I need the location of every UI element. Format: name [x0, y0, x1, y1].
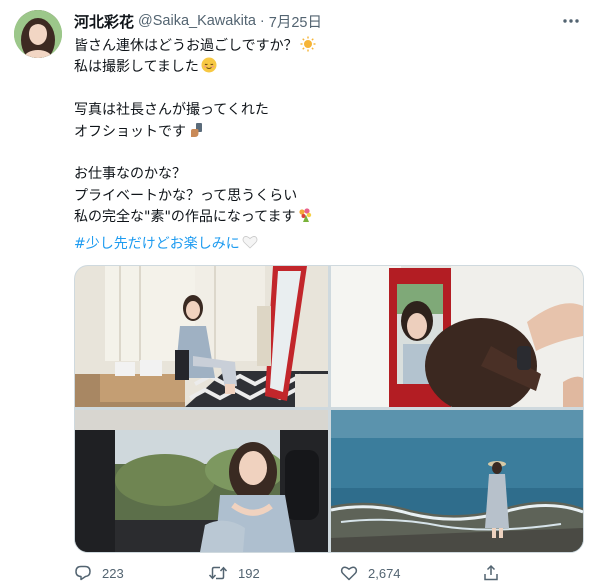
reply-button[interactable]: 223	[74, 562, 124, 584]
avatar-photo	[14, 10, 62, 58]
tweet-text: 皆さん連休はどうお過ごしですか？ 私は撮影してました 写真は社長さんが撮ってくれ…	[74, 36, 574, 229]
more-options-button[interactable]	[558, 8, 584, 34]
tweet-date[interactable]: 7月25日	[269, 11, 322, 32]
photo-2[interactable]	[331, 266, 583, 407]
hashtag-link[interactable]: #少し先だけどお楽しみに	[74, 236, 240, 252]
media-grid	[74, 265, 584, 553]
hashtag-line: #少し先だけどお楽しみに	[74, 234, 258, 254]
tweet-line-9: 私の完全な"素"の作品になってます	[74, 209, 296, 226]
tweet-line-4: 写真は社長さんが撮ってくれた	[74, 102, 269, 119]
white-heart-icon	[242, 234, 258, 250]
separator-dot: ·	[259, 13, 265, 29]
share-button[interactable]	[482, 562, 500, 584]
tweet-line-5: オフショットです	[74, 123, 186, 140]
photo-1-image	[75, 266, 328, 407]
display-name[interactable]: 河北彩花	[74, 11, 134, 32]
share-icon	[484, 564, 498, 581]
reply-icon	[75, 565, 91, 581]
more-horizontal-icon	[563, 19, 579, 23]
like-count: 2,674	[368, 565, 401, 581]
retweet-button[interactable]: 192	[208, 562, 260, 584]
tweet-line-7: お仕事なのかな？	[74, 166, 186, 183]
heart-icon	[340, 566, 358, 581]
tweet-actions: 223 192 2,674	[74, 562, 574, 584]
relieved-face-icon	[201, 57, 217, 73]
photo-4[interactable]	[331, 410, 583, 552]
selfie-icon	[188, 122, 204, 138]
photo-3[interactable]	[75, 410, 328, 552]
avatar[interactable]	[14, 10, 62, 58]
bouquet-icon	[297, 207, 313, 223]
tweet-header: 河北彩花 @Saika_Kawakita · 7月25日	[74, 11, 322, 31]
tweet: 河北彩花 @Saika_Kawakita · 7月25日 皆さん連休はどうお過ご…	[0, 0, 598, 588]
photo-1[interactable]	[75, 266, 328, 407]
tweet-line-1: 皆さん連休はどうお過ごしですか？	[74, 38, 298, 54]
photo-2-image	[331, 266, 583, 407]
user-handle[interactable]: @Saika_Kawakita	[138, 13, 256, 29]
photo-4-image	[331, 410, 583, 552]
sun-icon	[300, 36, 316, 52]
tweet-line-2: 私は撮影してました	[74, 59, 199, 76]
retweet-count: 192	[238, 565, 260, 581]
reply-count: 223	[102, 565, 124, 581]
retweet-icon	[208, 566, 228, 580]
tweet-line-8: プライベートかな？って思うくらい	[74, 187, 298, 204]
like-button[interactable]: 2,674	[340, 562, 401, 584]
photo-3-image	[75, 410, 328, 552]
